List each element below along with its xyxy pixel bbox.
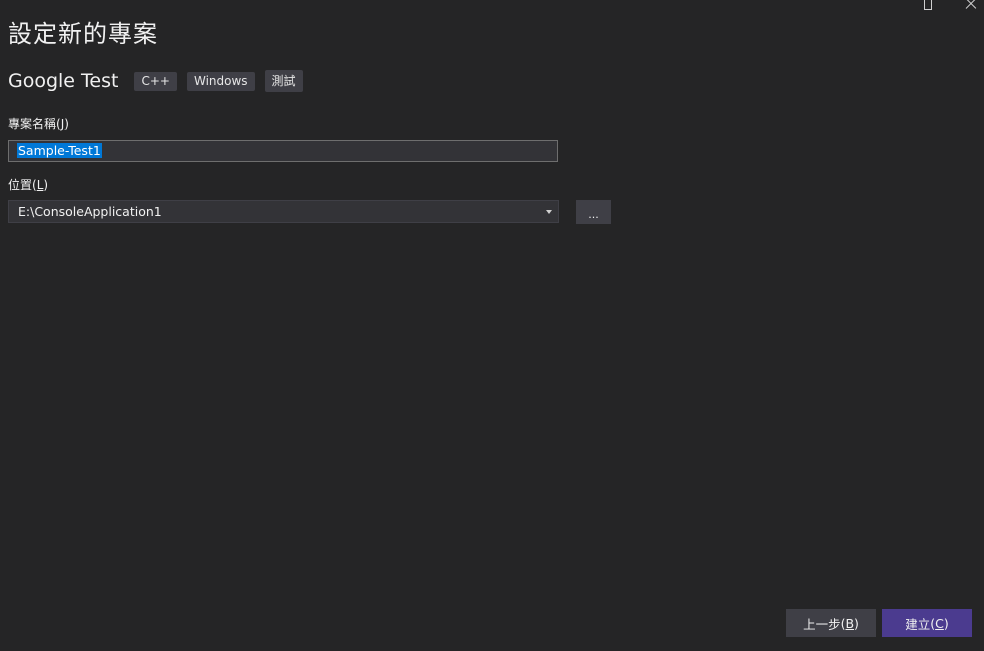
chevron-down-icon[interactable] [546, 210, 552, 214]
back-button[interactable]: 上一步(B) [786, 609, 876, 637]
tag-platform: Windows [186, 71, 255, 91]
project-name-label: 專案名稱(J) [8, 117, 69, 131]
create-access-key: C [935, 615, 944, 631]
maximize-button[interactable] [918, 0, 938, 10]
tag-project-type: 測試 [264, 70, 303, 92]
template-name: Google Test [8, 70, 119, 92]
configure-project-window: 設定新的專案 Google Test C++ Windows 測試 專案名稱(J… [0, 0, 984, 651]
template-header: Google Test C++ Windows 測試 [8, 70, 313, 92]
tag-language: C++ [134, 71, 177, 91]
close-icon [966, 0, 978, 10]
project-name-input[interactable]: Sample-Test1 [8, 140, 558, 162]
location-access-key: L [36, 178, 44, 192]
close-button[interactable] [962, 0, 982, 10]
location-value: E:\ConsoleApplication1 [18, 204, 162, 219]
back-access-key: B [845, 615, 855, 631]
project-name-value: Sample-Test1 [17, 143, 102, 158]
project-name-access-key: J [60, 117, 65, 131]
page-title: 設定新的專案 [8, 20, 158, 48]
browse-button[interactable]: ... [576, 200, 611, 224]
create-button[interactable]: 建立(C) [882, 609, 972, 637]
maximize-icon [924, 0, 932, 10]
location-label: 位置(L) [8, 178, 49, 192]
location-dropdown[interactable]: E:\ConsoleApplication1 [8, 200, 559, 223]
window-controls [914, 0, 984, 10]
